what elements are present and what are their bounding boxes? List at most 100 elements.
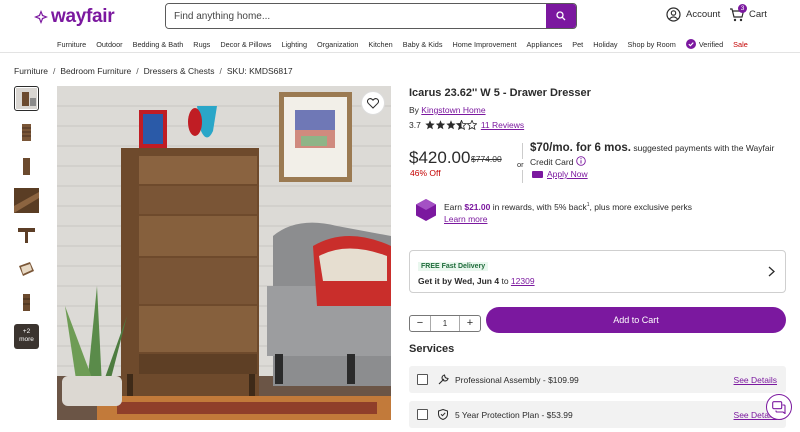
service-option-assembly: Professional Assembly - $109.99 See Deta… bbox=[409, 366, 786, 393]
thumbnail-4[interactable] bbox=[14, 188, 39, 213]
chevron-right-icon bbox=[768, 266, 775, 277]
verified-label: Verified bbox=[698, 39, 724, 49]
product-byline: By Kingstown Home bbox=[409, 105, 486, 115]
rewards-amount: $21.00 bbox=[464, 201, 491, 212]
increase-quantity-button[interactable]: + bbox=[460, 316, 480, 331]
quantity-value[interactable]: 1 bbox=[430, 316, 460, 331]
cart-button[interactable]: 3 Cart bbox=[729, 4, 767, 22]
credit-card-icon bbox=[532, 170, 543, 178]
delivery-estimate: Get it by Wed, Jun 4 to 12309 bbox=[418, 276, 535, 286]
thumbnail-image bbox=[16, 292, 37, 313]
nav-item-kitchen[interactable]: Kitchen bbox=[368, 39, 392, 49]
rewards-prefix: Earn bbox=[444, 201, 462, 212]
thumbnail-image bbox=[16, 122, 37, 143]
breadcrumb-bedroom-furniture[interactable]: Bedroom Furniture bbox=[60, 66, 131, 76]
apply-now-link[interactable]: Apply Now bbox=[532, 169, 588, 179]
logo-mark-icon bbox=[34, 10, 48, 24]
thumbnail-6[interactable] bbox=[14, 256, 39, 281]
wayfair-logo[interactable]: wayfair bbox=[34, 6, 115, 28]
thumbnail-image bbox=[16, 88, 37, 109]
breadcrumb-separator: / bbox=[53, 66, 56, 76]
discount-badge: 46% Off bbox=[410, 168, 441, 178]
chat-icon bbox=[772, 400, 786, 414]
nav-item-rugs[interactable]: Rugs bbox=[193, 39, 210, 49]
assembly-label: Professional Assembly - $109.99 bbox=[455, 374, 579, 385]
add-to-cart-button[interactable]: Add to Cart bbox=[486, 307, 786, 333]
delivery-date: Get it by Wed, Jun 4 bbox=[418, 276, 500, 286]
wishlist-button[interactable] bbox=[361, 91, 385, 115]
breadcrumb-separator: / bbox=[136, 66, 139, 76]
nav-item-bedding-bath[interactable]: Bedding & Bath bbox=[133, 39, 184, 49]
account-label: Account bbox=[686, 9, 721, 20]
nav-item-decor-pillows[interactable]: Decor & Pillows bbox=[220, 39, 271, 49]
cart-label: Cart bbox=[749, 9, 767, 20]
nav-item-baby-kids[interactable]: Baby & Kids bbox=[403, 39, 443, 49]
search-input[interactable] bbox=[166, 4, 547, 28]
by-prefix: By bbox=[409, 105, 419, 115]
nav-item-outdoor[interactable]: Outdoor bbox=[96, 39, 122, 49]
original-price: $774.00 bbox=[471, 154, 502, 164]
thumbnail-5[interactable] bbox=[14, 222, 39, 247]
thumbnail-image bbox=[14, 188, 39, 213]
account-icon bbox=[666, 7, 681, 22]
account-button[interactable]: Account bbox=[666, 7, 720, 22]
rating-value: 3.7 bbox=[409, 120, 421, 130]
nav-item-sale[interactable]: Sale bbox=[733, 39, 748, 49]
breadcrumb-separator: / bbox=[219, 66, 222, 76]
nav-item-furniture[interactable]: Furniture bbox=[57, 39, 86, 49]
verified-icon bbox=[685, 39, 696, 49]
assembly-details-link[interactable]: See Details bbox=[734, 375, 777, 385]
learn-more-link[interactable]: Learn more bbox=[444, 214, 487, 224]
nav-item-holiday[interactable]: Holiday bbox=[593, 39, 617, 49]
thumbnail-strip: +2 more bbox=[14, 86, 40, 349]
main-product-image[interactable] bbox=[57, 86, 391, 420]
quantity-stepper: − 1 + bbox=[409, 315, 481, 332]
nav-item-lighting[interactable]: Lighting bbox=[281, 39, 307, 49]
wrench-icon bbox=[437, 374, 449, 386]
nav-item-appliances[interactable]: Appliances bbox=[527, 39, 563, 49]
stars-icon bbox=[425, 120, 477, 130]
heart-icon bbox=[367, 97, 379, 109]
thumbnail-image bbox=[16, 258, 37, 279]
rewards-body: in rewards, with 5% back bbox=[492, 201, 587, 212]
header: wayfair Account 3 Cart bbox=[0, 0, 800, 34]
nav-item-pet[interactable]: Pet bbox=[572, 39, 583, 49]
nav-list: Furniture Outdoor Bedding & Bath Rugs De… bbox=[57, 39, 748, 49]
thumbnail-image bbox=[16, 224, 37, 245]
protection-checkbox[interactable] bbox=[417, 409, 428, 420]
search-bar bbox=[165, 3, 577, 29]
zip-code-link[interactable]: 12309 bbox=[511, 276, 535, 286]
rewards-icon bbox=[416, 199, 436, 221]
more-thumbnails-label: +2 more bbox=[19, 328, 34, 343]
more-thumbnails-button[interactable]: +2 more bbox=[14, 324, 39, 349]
decrease-quantity-button[interactable]: − bbox=[410, 316, 430, 331]
reviews-link[interactable]: 11 Reviews bbox=[481, 120, 524, 130]
delivery-card[interactable]: FREE Fast Delivery Get it by Wed, Jun 4 … bbox=[409, 250, 786, 293]
search-button[interactable] bbox=[546, 4, 576, 28]
assembly-checkbox[interactable] bbox=[417, 374, 428, 385]
nav-item-organization[interactable]: Organization bbox=[317, 39, 358, 49]
nav-item-verified[interactable]: Verified bbox=[685, 39, 724, 49]
free-delivery-badge: FREE Fast Delivery bbox=[418, 262, 489, 271]
thumbnail-1[interactable] bbox=[14, 86, 39, 111]
breadcrumb-sku: SKU: KMDS6817 bbox=[226, 66, 293, 76]
service-option-protection: 5 Year Protection Plan - $53.99 See Deta… bbox=[409, 401, 786, 428]
brand-link[interactable]: Kingstown Home bbox=[421, 105, 485, 115]
star-rating bbox=[425, 120, 477, 130]
breadcrumb-dressers-chests[interactable]: Dressers & Chests bbox=[144, 66, 215, 76]
financing-info: $70/mo. for 6 mos. suggested payments wi… bbox=[530, 141, 792, 169]
thumbnail-2[interactable] bbox=[14, 120, 39, 145]
nav-item-home-improvement[interactable]: Home Improvement bbox=[452, 39, 516, 49]
thumbnail-3[interactable] bbox=[14, 154, 39, 179]
nav-item-shop-by-room[interactable]: Shop by Room bbox=[628, 39, 676, 49]
search-icon bbox=[556, 11, 566, 21]
breadcrumb: Furniture / Bedroom Furniture / Dressers… bbox=[14, 66, 293, 76]
category-nav: Furniture Outdoor Bedding & Bath Rugs De… bbox=[0, 36, 800, 53]
product-title: Icarus 23.62'' W 5 - Drawer Dresser bbox=[409, 87, 591, 99]
breadcrumb-furniture[interactable]: Furniture bbox=[14, 66, 48, 76]
chat-button[interactable] bbox=[766, 394, 792, 420]
services-heading: Services bbox=[409, 343, 455, 355]
info-icon[interactable] bbox=[576, 156, 586, 166]
thumbnail-7[interactable] bbox=[14, 290, 39, 315]
rewards-banner: Earn $21.00 in rewards, with 5% back1, p… bbox=[416, 199, 774, 225]
